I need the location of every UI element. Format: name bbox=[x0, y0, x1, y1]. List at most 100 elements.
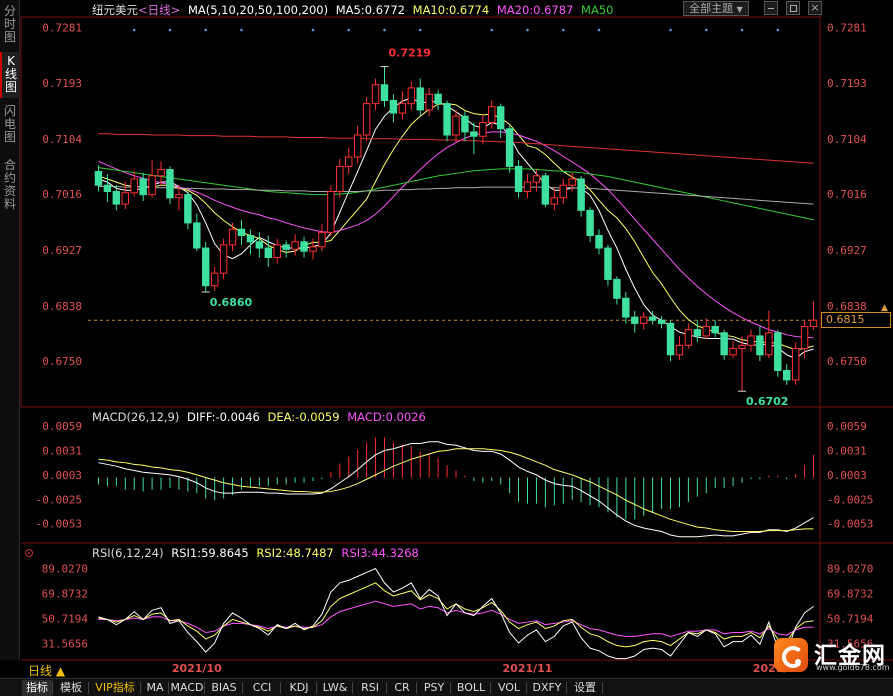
candle-down bbox=[577, 178, 585, 211]
rsi-axis: 89.0270 89.0270 69.8732 69.8732 50.7194 50.71… bbox=[42, 562, 874, 650]
candle-up bbox=[702, 326, 710, 337]
indicator-tab-11[interactable]: PSY bbox=[418, 680, 450, 696]
candlestick-series bbox=[94, 66, 818, 392]
current-price-label: 0.6815 bbox=[821, 312, 891, 328]
candle-up bbox=[309, 246, 317, 252]
indicator-tab-14[interactable]: DXFY bbox=[528, 680, 566, 696]
indicator-tab-13[interactable]: VOL bbox=[492, 680, 526, 696]
price-axis: 0.7281 0.7281 0.7193 0.7193 0.7104 0.7104 0.70… bbox=[42, 22, 867, 368]
macd-legend: MACD(26,12,9) DIFF:-0.0046 DEA:-0.0059 M… bbox=[92, 410, 430, 424]
candle-down bbox=[103, 184, 112, 193]
ma20-value: MA20:0.6787 bbox=[496, 3, 574, 17]
restore-icon bbox=[790, 5, 797, 12]
indicator-tab-15[interactable]: 设置 bbox=[568, 680, 602, 696]
scroll-up-icon[interactable]: ▲ bbox=[881, 303, 888, 313]
indicator-tab-bar: 指标 模板 VIP指标 MA MACD BIAS CCI KDJ LW& RSI CR PSY BOLL… bbox=[0, 678, 893, 696]
macd-tick-right: -0.0025 bbox=[827, 493, 873, 506]
candle-up bbox=[809, 319, 818, 328]
candle-up bbox=[353, 134, 362, 158]
theme-dropdown[interactable]: 全部主题 ▼ bbox=[683, 1, 749, 16]
restore-button[interactable] bbox=[786, 1, 800, 15]
tab-separator bbox=[52, 682, 53, 694]
ma-line-ma50 bbox=[98, 167, 814, 221]
candle-down bbox=[666, 322, 675, 356]
candle-down bbox=[94, 170, 103, 186]
tab-separator bbox=[88, 682, 89, 694]
candle-up bbox=[791, 347, 800, 381]
candle-up bbox=[371, 84, 380, 105]
price-tick-right: 0.7281 bbox=[827, 22, 867, 35]
candle-up bbox=[488, 106, 496, 123]
event-marker bbox=[383, 28, 386, 32]
event-marker bbox=[597, 28, 601, 32]
candle-down bbox=[595, 234, 603, 249]
price-annotation: 0.6860 bbox=[210, 296, 253, 309]
indicator-tab-5[interactable]: BIAS bbox=[206, 680, 242, 696]
indicator-tab-8[interactable]: LW& bbox=[318, 680, 352, 696]
candle-down bbox=[711, 326, 719, 334]
candle-up bbox=[559, 184, 567, 199]
macd-tick-left: 0.0031 bbox=[42, 444, 82, 457]
tab-separator bbox=[280, 682, 281, 694]
rsi-line-rsi1 bbox=[98, 567, 814, 660]
candle-down bbox=[300, 241, 308, 252]
rsi-tick-right: 89.0270 bbox=[827, 562, 873, 575]
symbol-label: 纽元美元 bbox=[92, 3, 138, 17]
indicator-tab-7[interactable]: KDJ bbox=[282, 680, 316, 696]
macd-diff-value: DIFF:-0.0046 bbox=[187, 410, 260, 424]
candle-up bbox=[765, 332, 773, 356]
minimize-icon bbox=[768, 8, 774, 9]
price-annotation: 0.7219 bbox=[388, 47, 430, 60]
candle-down bbox=[613, 278, 621, 299]
candle-down bbox=[112, 191, 121, 205]
indicator-tab-12[interactable]: BOLL bbox=[452, 680, 490, 696]
ma5-value: MA5:0.6772 bbox=[335, 3, 405, 17]
candle-down bbox=[505, 128, 514, 167]
candle-down bbox=[434, 93, 442, 105]
candle-up bbox=[291, 241, 299, 250]
close-icon: × bbox=[810, 1, 820, 14]
candle-down bbox=[443, 103, 451, 136]
candle-down bbox=[255, 241, 264, 249]
rsi-tick-right: 50.7194 bbox=[827, 613, 874, 626]
price-pane-border bbox=[20, 16, 821, 408]
candle-down bbox=[380, 84, 389, 101]
rsi-line-rsi3 bbox=[98, 600, 814, 637]
event-marker bbox=[204, 28, 208, 32]
rsi3-value: RSI3:44.3268 bbox=[341, 546, 419, 560]
candle-down bbox=[461, 115, 469, 133]
candle-down bbox=[774, 332, 782, 371]
candle-up bbox=[273, 244, 281, 258]
candle-down bbox=[496, 106, 505, 130]
indicator-tab-2[interactable]: VIP指标 bbox=[90, 680, 140, 696]
event-marker bbox=[669, 28, 672, 32]
indicator-tab-0[interactable]: 指标 bbox=[22, 680, 52, 696]
tab-separator bbox=[490, 682, 491, 694]
event-marker bbox=[561, 28, 565, 32]
event-marker bbox=[740, 28, 744, 32]
indicator-tab-9[interactable]: RSI bbox=[354, 680, 386, 696]
chart-canvas[interactable]: 0.7281 0.7281 0.7193 0.7193 0.7104 0.7104 0.70… bbox=[0, 0, 893, 678]
candle-down bbox=[264, 247, 273, 258]
indicator-toggle-icon[interactable] bbox=[25, 549, 33, 557]
candle-down bbox=[604, 247, 612, 280]
indicator-tab-6[interactable]: CCI bbox=[244, 680, 280, 696]
indicator-tab-3[interactable]: MA bbox=[142, 680, 168, 696]
close-button[interactable]: × bbox=[808, 1, 822, 15]
macd-tick-right: 0.0031 bbox=[827, 444, 867, 457]
candle-down bbox=[389, 99, 398, 114]
candle-up bbox=[729, 347, 737, 356]
indicator-tab-1[interactable]: 模板 bbox=[54, 680, 88, 696]
candle-up bbox=[407, 87, 416, 105]
indicator-tab-4[interactable]: MACD bbox=[170, 680, 204, 696]
minimize-button[interactable] bbox=[764, 1, 778, 15]
price-tick-left: 0.7016 bbox=[42, 188, 82, 201]
indicator-tab-10[interactable]: CR bbox=[388, 680, 416, 696]
event-marker bbox=[526, 28, 529, 32]
candle-down bbox=[166, 169, 174, 199]
candle-down bbox=[756, 335, 764, 356]
candle-down bbox=[622, 297, 630, 318]
period-selector[interactable]: 日线 ▲ bbox=[28, 662, 65, 678]
candle-up bbox=[479, 121, 487, 137]
ma10-value: MA10:0.6774 bbox=[412, 3, 490, 17]
